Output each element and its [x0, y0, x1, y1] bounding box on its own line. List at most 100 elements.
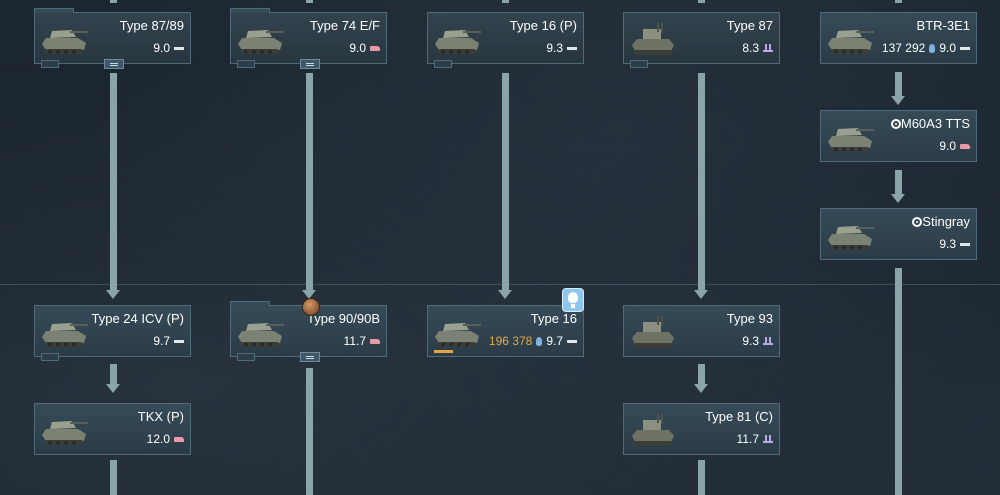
vehicle-thumbnail-icon: [431, 310, 483, 352]
vehicle-thumbnail-icon: [38, 310, 90, 352]
battle-rating: 9.3: [742, 334, 773, 348]
vehicle-card-type-16[interactable]: Type 16 196 378 9.7: [427, 288, 584, 357]
vehicle-card-tkx-p[interactable]: TKX (P) 12.0: [34, 403, 191, 455]
connector-arrow: [106, 290, 120, 299]
tank-role-icon: [370, 338, 380, 344]
research-points: 196 378: [488, 334, 533, 348]
vehicle-thumbnail-icon: [234, 310, 286, 352]
researching-marker-icon[interactable]: [562, 288, 584, 312]
battle-rating: 9.3: [939, 237, 970, 251]
battle-rating: 9.0: [939, 139, 970, 153]
connector: [306, 73, 313, 290]
connector: [895, 72, 902, 96]
connector: [110, 364, 117, 384]
connector: [698, 460, 705, 495]
vehicle-name: Type 90/90B: [307, 311, 380, 326]
connector: [698, 364, 705, 384]
connector: [895, 0, 902, 3]
vehicle-thumbnail-icon: [824, 213, 876, 255]
battle-rating: 137 292 9.0: [882, 41, 970, 55]
tank-role-icon: [370, 45, 380, 51]
connector: [698, 0, 705, 3]
connector: [502, 0, 509, 3]
light-vehicle-role-icon: [174, 339, 184, 343]
folder-tab: [434, 60, 452, 68]
vehicle-name: M60A3 TTS: [890, 116, 970, 131]
vehicle-card-type-16-p[interactable]: Type 16 (P) 9.3: [427, 12, 584, 68]
vehicle-name: Type 74 E/F: [309, 18, 380, 33]
research-bulb-icon: [929, 43, 936, 53]
vehicle-card-type-24-icv-p[interactable]: Type 24 ICV (P) 9.7: [34, 305, 191, 361]
rank-divider: [0, 284, 1000, 285]
tank-role-icon: [174, 436, 184, 442]
research-progress-bar: [434, 350, 453, 353]
vehicle-card-type-87-89[interactable]: Type 87/89 9.0: [34, 8, 191, 69]
vehicle-thumbnail-icon: [627, 310, 679, 352]
connector: [110, 73, 117, 290]
battle-rating: 12.0: [147, 432, 184, 446]
vehicle-name: BTR-3E1: [916, 18, 970, 33]
foreign-vehicle-icon: [890, 119, 901, 129]
connector: [895, 268, 902, 495]
expand-group-button[interactable]: [300, 59, 320, 69]
expand-group-button[interactable]: [104, 59, 124, 69]
connector-arrow: [891, 96, 905, 105]
vehicle-card-type-93[interactable]: Type 93 9.3: [623, 305, 780, 357]
light-vehicle-role-icon: [960, 46, 970, 50]
vehicle-card-type-74-ef[interactable]: Type 74 E/F 9.0: [230, 8, 387, 69]
battle-rating: 196 378 9.7: [489, 334, 577, 348]
battle-rating: 11.7: [737, 432, 773, 446]
vehicle-card-type-90-90b[interactable]: Type 90/90B 11.7: [230, 298, 387, 362]
vehicle-card-type-87[interactable]: Type 87 8.3: [623, 12, 780, 68]
connector: [698, 73, 705, 290]
premium-badge-icon: [302, 298, 320, 316]
vehicle-thumbnail-icon: [824, 115, 876, 157]
spaa-role-icon: [763, 337, 773, 345]
light-vehicle-role-icon: [174, 46, 184, 50]
spaa-role-icon: [763, 44, 773, 52]
connector-arrow: [498, 290, 512, 299]
vehicle-thumbnail-icon: [824, 17, 876, 59]
connector: [110, 460, 117, 495]
vehicle-name: Type 93: [726, 311, 773, 326]
battle-rating: 9.3: [546, 41, 577, 55]
research-bulb-icon: [536, 336, 543, 346]
connector: [502, 73, 509, 290]
research-points: 137 292: [881, 41, 926, 55]
vehicle-name: TKX (P): [137, 409, 184, 424]
vehicle-name: Type 16: [530, 311, 577, 326]
vehicle-thumbnail-icon: [38, 408, 90, 450]
connector-arrow: [891, 194, 905, 203]
foreign-vehicle-icon: [912, 217, 923, 227]
battle-rating: 9.7: [153, 334, 184, 348]
tank-role-icon: [960, 143, 970, 149]
battle-rating: 11.7: [344, 334, 380, 348]
vehicle-name: Type 87: [726, 18, 773, 33]
connector-arrow: [694, 290, 708, 299]
connector-arrow: [106, 384, 120, 393]
folder-tab: [41, 60, 59, 68]
spaa-role-icon: [763, 435, 773, 443]
connector-arrow: [694, 384, 708, 393]
battle-rating: 8.3: [742, 41, 773, 55]
vehicle-card-stingray[interactable]: Stingray 9.3: [820, 208, 977, 260]
expand-group-button[interactable]: [300, 352, 320, 362]
vehicle-thumbnail-icon: [627, 17, 679, 59]
vehicle-card-type-81-c[interactable]: Type 81 (C) 11.7: [623, 403, 780, 455]
vehicle-card-btr-3e1[interactable]: BTR-3E1 137 292 9.0: [820, 12, 977, 64]
vehicle-card-m60a3-tts[interactable]: M60A3 TTS 9.0: [820, 110, 977, 162]
connector: [306, 368, 313, 495]
battle-rating: 9.0: [153, 41, 184, 55]
connector: [895, 170, 902, 194]
connector: [306, 0, 313, 3]
vehicle-name: Stingray: [912, 214, 970, 229]
connector: [110, 0, 117, 3]
vehicle-name: Type 87/89: [119, 18, 184, 33]
vehicle-name: Type 81 (C): [705, 409, 773, 424]
vehicle-thumbnail-icon: [627, 408, 679, 450]
vehicle-thumbnail-icon: [38, 17, 90, 59]
battle-rating: 9.0: [349, 41, 380, 55]
vehicle-name: Type 16 (P): [509, 18, 577, 33]
light-vehicle-role-icon: [567, 339, 577, 343]
folder-tab: [237, 353, 255, 361]
